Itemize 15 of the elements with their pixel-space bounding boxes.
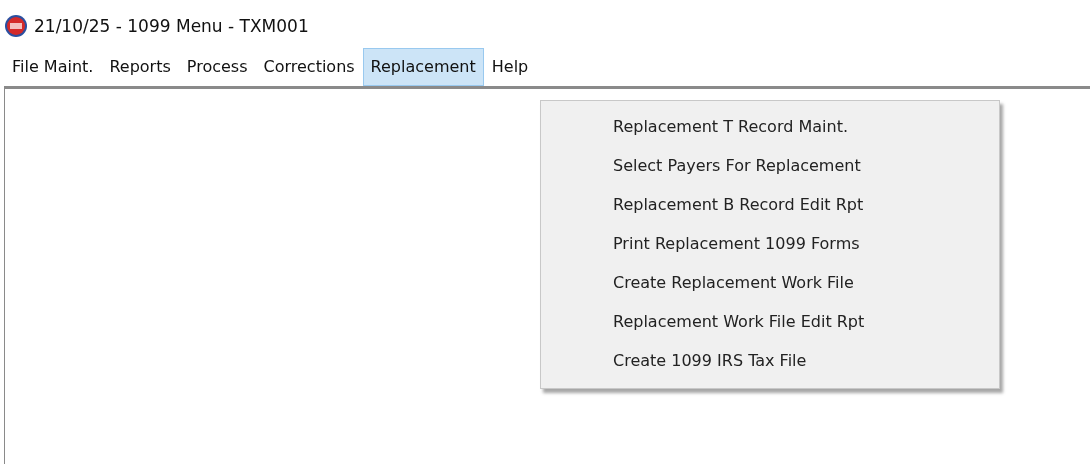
menu-item[interactable]: Replacement [362, 48, 484, 86]
dropdown-item[interactable]: Replacement Work File Edit Rpt [541, 302, 999, 341]
menu-item[interactable]: Corrections [255, 48, 363, 86]
dropdown-item[interactable]: Replacement T Record Maint. [541, 107, 999, 146]
dropdown-item[interactable]: Select Payers For Replacement [541, 146, 999, 185]
dropdown-item[interactable]: Create 1099 IRS Tax File [541, 341, 999, 380]
menu-item[interactable]: File Maint. [4, 48, 102, 86]
window-title: 21/10/25 - 1099 Menu - TXM001 [34, 16, 309, 36]
dropdown-item[interactable]: Create Replacement Work File [541, 263, 999, 302]
menu-item[interactable]: Reports [101, 48, 179, 86]
menu-item[interactable]: Process [178, 48, 256, 86]
dropdown-item[interactable]: Print Replacement 1099 Forms [541, 224, 999, 263]
dropdown-item[interactable]: Replacement B Record Edit Rpt [541, 185, 999, 224]
app-icon [4, 14, 28, 38]
menu-item[interactable]: Help [483, 48, 537, 86]
